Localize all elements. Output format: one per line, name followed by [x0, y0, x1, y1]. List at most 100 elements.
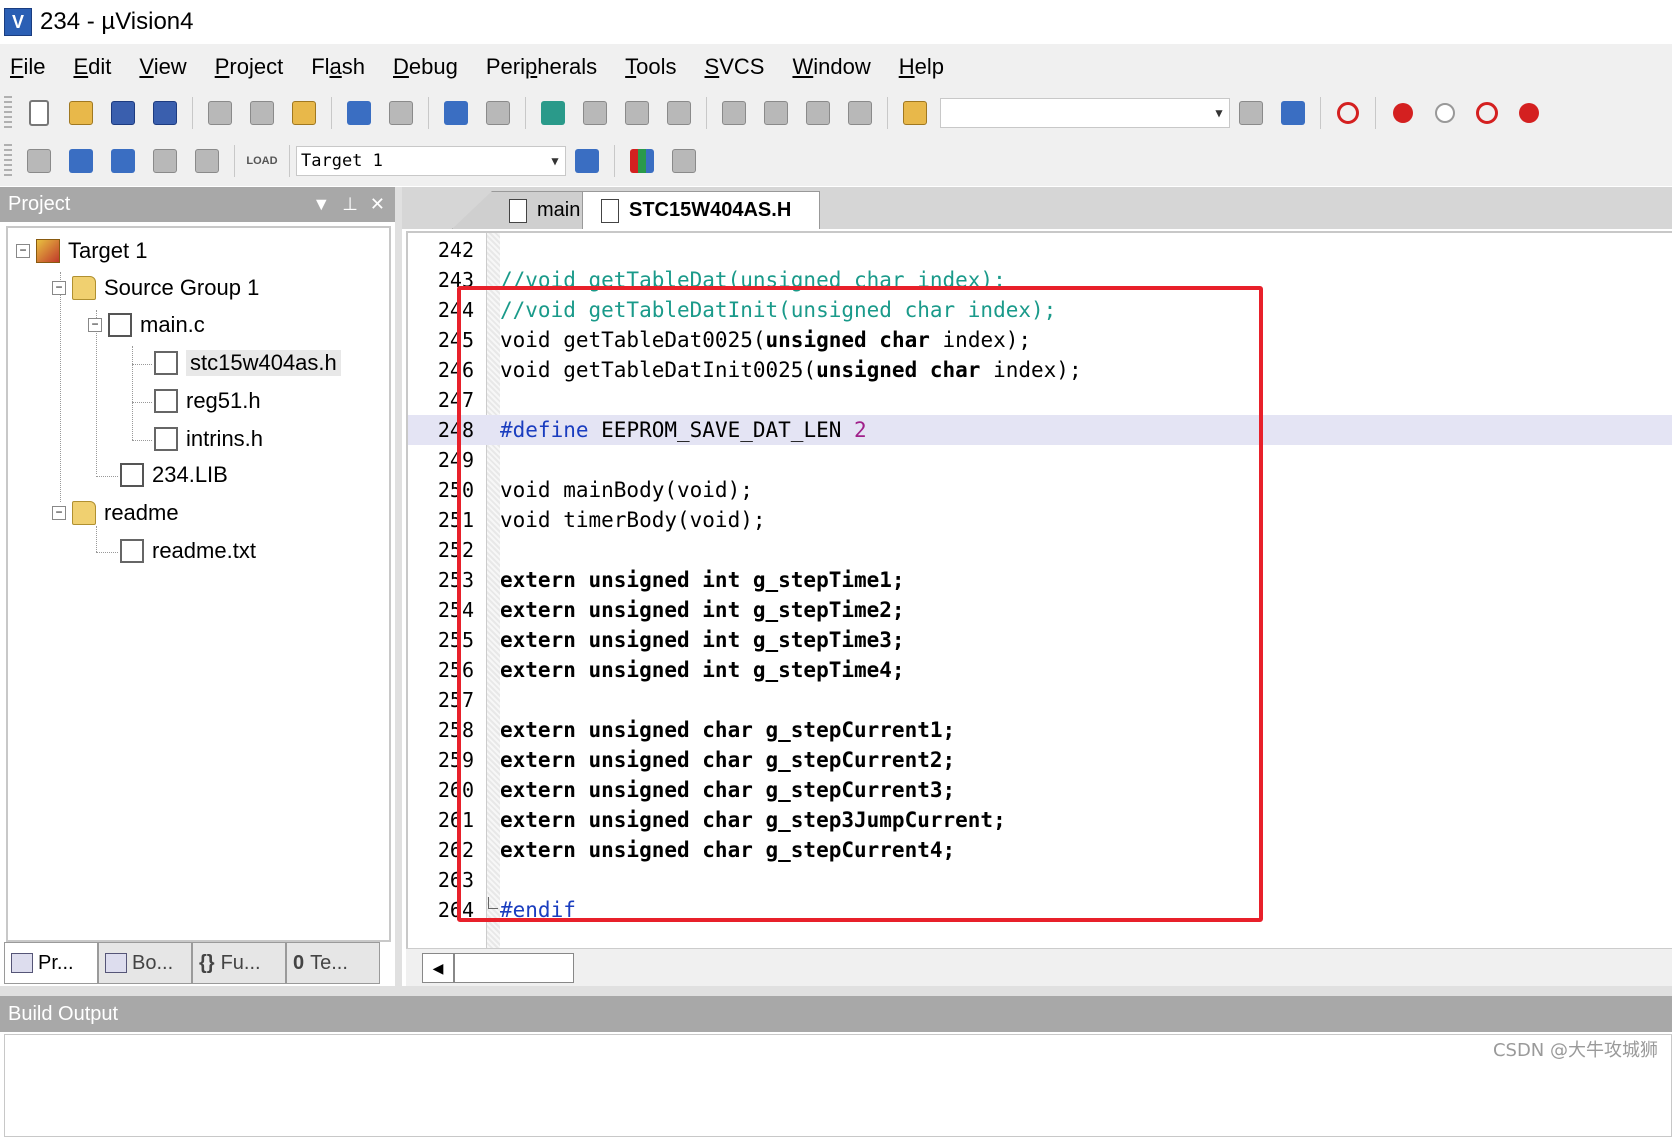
incremental-find-button[interactable] [1275, 95, 1311, 131]
tab-books[interactable]: Bo... [98, 942, 192, 984]
scroll-thumb[interactable] [454, 953, 574, 983]
menu-flash[interactable]: Flash [311, 54, 365, 80]
breakpoint-icon [1393, 103, 1413, 123]
collapse-icon[interactable]: − [52, 506, 66, 520]
undo-icon [347, 101, 371, 125]
collapse-icon[interactable]: − [88, 318, 102, 332]
project-tab-icon [11, 953, 33, 973]
menu-peripherals[interactable]: Peripherals [486, 54, 597, 80]
new-file-button[interactable] [21, 95, 57, 131]
uncomment-icon [848, 101, 872, 125]
tree-node-readme-group[interactable]: − readme [52, 496, 179, 530]
incremental-find-icon [1281, 101, 1305, 125]
toolbar-grip[interactable] [4, 96, 12, 130]
code-line: 257 [437, 688, 474, 712]
save-all-button[interactable] [147, 95, 183, 131]
code-editor[interactable]: 242 243//void getTableDat(unsigned char … [406, 231, 1672, 948]
manage-components-button[interactable] [624, 143, 660, 179]
code-line: 247 [437, 388, 474, 412]
window-title: 234 - µVision4 [40, 8, 194, 35]
toolbar-grip[interactable] [4, 144, 12, 178]
redo-button[interactable] [383, 95, 419, 131]
tree-node-target[interactable]: − Target 1 [16, 234, 148, 268]
build-button[interactable] [63, 143, 99, 179]
tree-node-main-c[interactable]: − main.c [88, 308, 205, 342]
menu-project[interactable]: Project [215, 54, 283, 80]
target-options-button[interactable] [569, 143, 605, 179]
insert-bookmark-button[interactable] [535, 95, 571, 131]
clear-bookmarks-button[interactable] [661, 95, 697, 131]
lib-file-icon [120, 463, 144, 487]
pin-icon[interactable]: ⊥ [342, 194, 358, 215]
clear-bookmarks-icon [667, 101, 691, 125]
navigate-back-button[interactable] [438, 95, 474, 131]
collapse-icon[interactable]: − [16, 244, 30, 258]
c-file-icon [108, 313, 132, 337]
find-button[interactable] [1233, 95, 1269, 131]
tree-node-header-file[interactable]: intrins.h [154, 422, 263, 456]
menu-svcs[interactable]: SVCS [705, 54, 765, 80]
translate-button[interactable] [21, 143, 57, 179]
tree-node-lib-file[interactable]: 234.LIB [120, 458, 228, 492]
watermark: CSDN @大牛攻城狮 [1492, 1040, 1658, 1061]
rebuild-button[interactable] [105, 143, 141, 179]
tab-project[interactable]: Pr... [4, 942, 98, 984]
menu-file[interactable]: File [10, 54, 45, 80]
download-button[interactable]: LOAD [244, 143, 280, 179]
header-file-icon [154, 351, 178, 375]
undo-button[interactable] [341, 95, 377, 131]
previous-bookmark-button[interactable] [577, 95, 613, 131]
collapse-icon[interactable]: − [52, 281, 66, 295]
uvision-app-icon[interactable]: V [4, 8, 32, 36]
menu-debug[interactable]: Debug [393, 54, 458, 80]
debug-session-button[interactable] [1330, 95, 1366, 131]
project-panel-title: Project [8, 193, 71, 215]
next-bookmark-button[interactable] [619, 95, 655, 131]
tab-functions[interactable]: {} Fu... [192, 942, 286, 984]
batch-build-button[interactable] [147, 143, 183, 179]
disable-all-breakpoints-button[interactable] [1469, 95, 1505, 131]
target-select[interactable]: Target 1 ▼ [296, 146, 566, 176]
menu-help[interactable]: Help [899, 54, 944, 80]
unindent-button[interactable] [758, 95, 794, 131]
indent-button[interactable] [716, 95, 752, 131]
select-packs-button[interactable] [666, 143, 702, 179]
menu-tools[interactable]: Tools [625, 54, 676, 80]
chevron-down-icon[interactable]: ▼ [312, 194, 330, 215]
tree-node-readme-file[interactable]: readme.txt [120, 534, 256, 568]
save-button[interactable] [105, 95, 141, 131]
close-icon[interactable]: ✕ [370, 194, 385, 215]
editor-horizontal-scrollbar[interactable]: ◀ [406, 948, 1672, 986]
navigate-forward-button[interactable] [480, 95, 516, 131]
tab-templates[interactable]: 0 Te... [286, 942, 380, 984]
redo-icon [389, 101, 413, 125]
tab-stc15w404as-h[interactable]: STC15W404AS.H [582, 191, 820, 229]
menu-window[interactable]: Window [792, 54, 870, 80]
tree-node-header-file[interactable]: stc15w404as.h [154, 346, 341, 380]
header-file-icon [154, 427, 178, 451]
comment-button[interactable] [800, 95, 836, 131]
kill-all-breakpoints-button[interactable] [1511, 95, 1547, 131]
tree-node-source-group[interactable]: − Source Group 1 [52, 271, 259, 305]
find-in-files-button[interactable] [897, 95, 933, 131]
enable-breakpoint-button[interactable] [1427, 95, 1463, 131]
copy-button[interactable] [244, 95, 280, 131]
chevron-down-icon[interactable]: ▼ [545, 147, 565, 175]
menu-edit[interactable]: Edit [73, 54, 111, 80]
packs-icon [672, 149, 696, 173]
indent-icon [722, 101, 746, 125]
find-combo[interactable]: ▼ [940, 98, 1230, 128]
find-in-files-icon [903, 101, 927, 125]
tree-node-header-file[interactable]: reg51.h [154, 384, 261, 418]
uncomment-button[interactable] [842, 95, 878, 131]
c-file-icon [509, 198, 527, 223]
stop-build-button[interactable] [189, 143, 225, 179]
cut-button[interactable] [202, 95, 238, 131]
insert-breakpoint-button[interactable] [1385, 95, 1421, 131]
build-output-pane[interactable] [4, 1034, 1672, 1137]
menu-view[interactable]: View [139, 54, 186, 80]
paste-button[interactable] [286, 95, 322, 131]
scroll-left-icon[interactable]: ◀ [422, 953, 454, 983]
chevron-down-icon[interactable]: ▼ [1209, 99, 1229, 127]
open-file-button[interactable] [63, 95, 99, 131]
